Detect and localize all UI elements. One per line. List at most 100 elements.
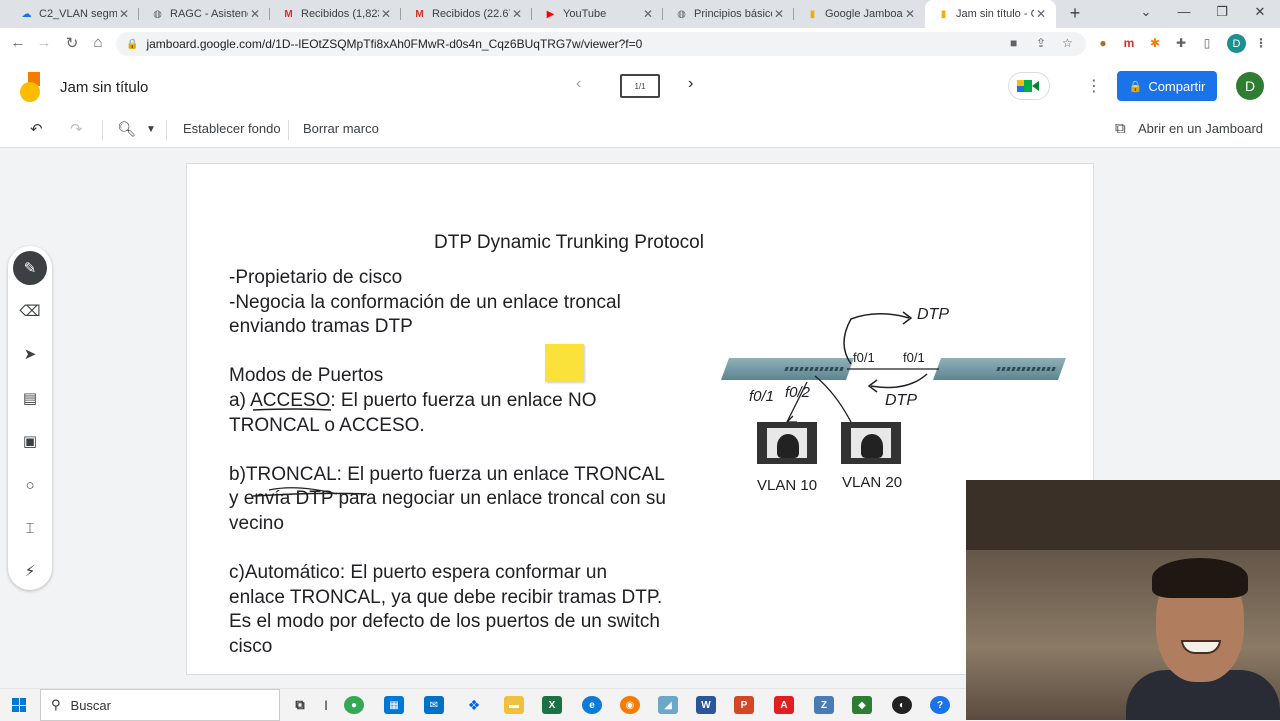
tab-title: Principios básicos: [694, 8, 772, 20]
chevron-down-icon[interactable]: ▼: [146, 124, 156, 135]
app-icon[interactable]: ◐: [892, 696, 912, 714]
tool-rail: ✎ ⌫ ➤ ▤ ▣ ○ ⌶ ⚡: [8, 246, 52, 590]
extensions-puzzle-icon[interactable]: ✚: [1172, 34, 1190, 52]
tab-youtube[interactable]: ▶ YouTube ✕: [532, 0, 663, 28]
image-tool-icon[interactable]: ▣: [15, 426, 45, 456]
close-icon[interactable]: ✕: [641, 7, 655, 21]
tab-gmail-1[interactable]: M Recibidos (1,823) ✕: [270, 0, 401, 28]
file-explorer-icon[interactable]: ▬: [504, 696, 524, 714]
close-icon[interactable]: ✕: [903, 7, 917, 21]
help-icon[interactable]: ?: [930, 696, 950, 714]
tab-title: C2_VLAN segmen: [39, 8, 117, 20]
close-icon[interactable]: ✕: [1034, 7, 1048, 21]
tab-google-jamboard[interactable]: ▮ Google Jamboard ✕: [794, 0, 925, 28]
chrome-icon[interactable]: ●: [344, 696, 364, 714]
close-icon[interactable]: ✕: [379, 7, 393, 21]
app-icon[interactable]: ◆: [852, 696, 872, 714]
side-panel-icon[interactable]: ▯: [1198, 34, 1216, 52]
app-icon[interactable]: ◢: [658, 696, 678, 714]
globe-icon: ◍: [153, 8, 162, 20]
diagram-drawing-layer: [785, 311, 939, 427]
powerpoint-icon[interactable]: P: [734, 696, 754, 714]
task-view-icon[interactable]: ⧉: [290, 696, 310, 714]
zoom-icon[interactable]: 🔍︎: [117, 120, 136, 138]
set-background-button[interactable]: Establecer fondo: [183, 121, 281, 136]
camera-icon[interactable]: ■: [1010, 36, 1017, 50]
redo-icon[interactable]: ↷: [70, 120, 83, 138]
tab-title: Google Jamboard: [825, 8, 903, 20]
pc-vlan10-image: [757, 422, 817, 464]
jamboard-header: Jam sin título ‹ 1/1 › ⋮ 🔒 Compartir D: [0, 60, 1280, 112]
home-button[interactable]: ⌂: [88, 34, 108, 51]
cloud-icon: ☁: [21, 8, 32, 20]
frame-indicator[interactable]: 1/1: [620, 74, 660, 98]
share-button[interactable]: 🔒 Compartir: [1117, 71, 1217, 101]
windows-taskbar: ⚲ Buscar ⧉ | ● ▦ ✉ ❖ ▬ X e ◉ ◢ W P A Z ◆…: [0, 688, 966, 721]
bookmark-star-icon[interactable]: ☆: [1062, 36, 1073, 50]
share-page-icon[interactable]: ⇪: [1036, 36, 1046, 50]
vlan10-label: VLAN 10: [757, 477, 818, 494]
jamboard-icon: ▮: [809, 8, 816, 20]
meet-button[interactable]: [1008, 72, 1050, 100]
user-avatar[interactable]: D: [1236, 72, 1264, 100]
taskbar-search[interactable]: ⚲ Buscar: [40, 689, 280, 721]
windows-start-icon[interactable]: [12, 698, 26, 712]
maximize-button[interactable]: ❐: [1212, 4, 1232, 20]
taskbar-divider-icon: |: [324, 699, 328, 711]
whiteboard-frame[interactable]: DTP Dynamic Trunking Protocol -Propietar…: [186, 163, 1094, 675]
store-icon[interactable]: ▦: [384, 696, 404, 714]
jam-title[interactable]: Jam sin título: [60, 79, 148, 96]
laser-pointer-icon[interactable]: ⚡: [15, 556, 45, 586]
close-icon[interactable]: ✕: [772, 7, 786, 21]
address-bar[interactable]: 🔒 jamboard.google.com/d/1D--lEOtZSQMpTfi…: [116, 32, 1086, 56]
app-icon[interactable]: Z: [814, 696, 834, 714]
divider: [102, 120, 103, 140]
open-in-jamboard-button[interactable]: Abrir en un Jamboard: [1138, 121, 1263, 136]
open-jamboard-icon[interactable]: ⧉: [1115, 120, 1126, 137]
browser-menu-icon[interactable]: ⋮: [1252, 34, 1270, 52]
word-icon[interactable]: W: [696, 696, 716, 714]
text-box-tool-icon[interactable]: ⌶: [15, 513, 45, 543]
shape-circle-icon[interactable]: ○: [15, 470, 45, 500]
acrobat-icon[interactable]: A: [774, 696, 794, 714]
tab-search-icon[interactable]: ⌄: [1136, 4, 1156, 20]
forward-button[interactable]: →: [34, 34, 54, 51]
globe-icon: ◍: [677, 8, 686, 20]
tab-title: YouTube: [563, 8, 607, 20]
eraser-tool-icon[interactable]: ⌫: [15, 296, 45, 326]
tab-principios[interactable]: ◍ Principios básicos ✕: [663, 0, 794, 28]
close-icon[interactable]: ✕: [117, 7, 131, 21]
window-close-button[interactable]: ✕: [1250, 4, 1270, 20]
edge-icon[interactable]: e: [582, 696, 602, 714]
excel-icon[interactable]: X: [542, 696, 562, 714]
share-label: Compartir: [1148, 78, 1206, 94]
reload-button[interactable]: ↻: [62, 34, 82, 52]
browser-toolbar: ← → ↻ ⌂ 🔒 jamboard.google.com/d/1D--lEOt…: [0, 28, 1280, 60]
tab-ragc[interactable]: ◍ RAGC - Asistencia ✕: [139, 0, 270, 28]
firefox-icon[interactable]: ◉: [620, 696, 640, 714]
handwritten-port-f02: f0/2: [785, 384, 811, 401]
select-pointer-icon[interactable]: ➤: [15, 339, 45, 369]
close-icon[interactable]: ✕: [248, 7, 262, 21]
undo-icon[interactable]: ↶: [30, 120, 43, 138]
tab-gmail-2[interactable]: M Recibidos (22.674 ✕: [401, 0, 532, 28]
orange-extension-icon[interactable]: ✱: [1146, 34, 1164, 52]
dropbox-icon[interactable]: ❖: [464, 696, 484, 714]
pen-tool-icon[interactable]: ✎: [13, 251, 47, 285]
tab-jam-sin-titulo[interactable]: ▮ Jam sin título - G ✕: [925, 0, 1056, 28]
next-frame-chevron-icon[interactable]: ›: [688, 75, 693, 93]
sticky-note-tool-icon[interactable]: ▤: [15, 383, 45, 413]
minimize-button[interactable]: —: [1174, 4, 1194, 19]
new-tab-button[interactable]: +: [1064, 3, 1086, 24]
clear-frame-button[interactable]: Borrar marco: [303, 121, 379, 136]
prev-frame-chevron-icon[interactable]: ‹: [576, 75, 581, 93]
tab-c2-vlan[interactable]: ☁ C2_VLAN segmen ✕: [8, 0, 139, 28]
mail-icon[interactable]: ✉: [424, 696, 444, 714]
cookie-extension-icon[interactable]: ●: [1094, 34, 1112, 52]
handwritten-port-f01: f0/1: [749, 388, 775, 405]
back-button[interactable]: ←: [8, 34, 28, 51]
close-icon[interactable]: ✕: [510, 7, 524, 21]
more-options-icon[interactable]: ⋮: [1086, 76, 1102, 96]
m-extension-icon[interactable]: m: [1120, 34, 1138, 52]
browser-profile-avatar[interactable]: D: [1227, 34, 1246, 53]
